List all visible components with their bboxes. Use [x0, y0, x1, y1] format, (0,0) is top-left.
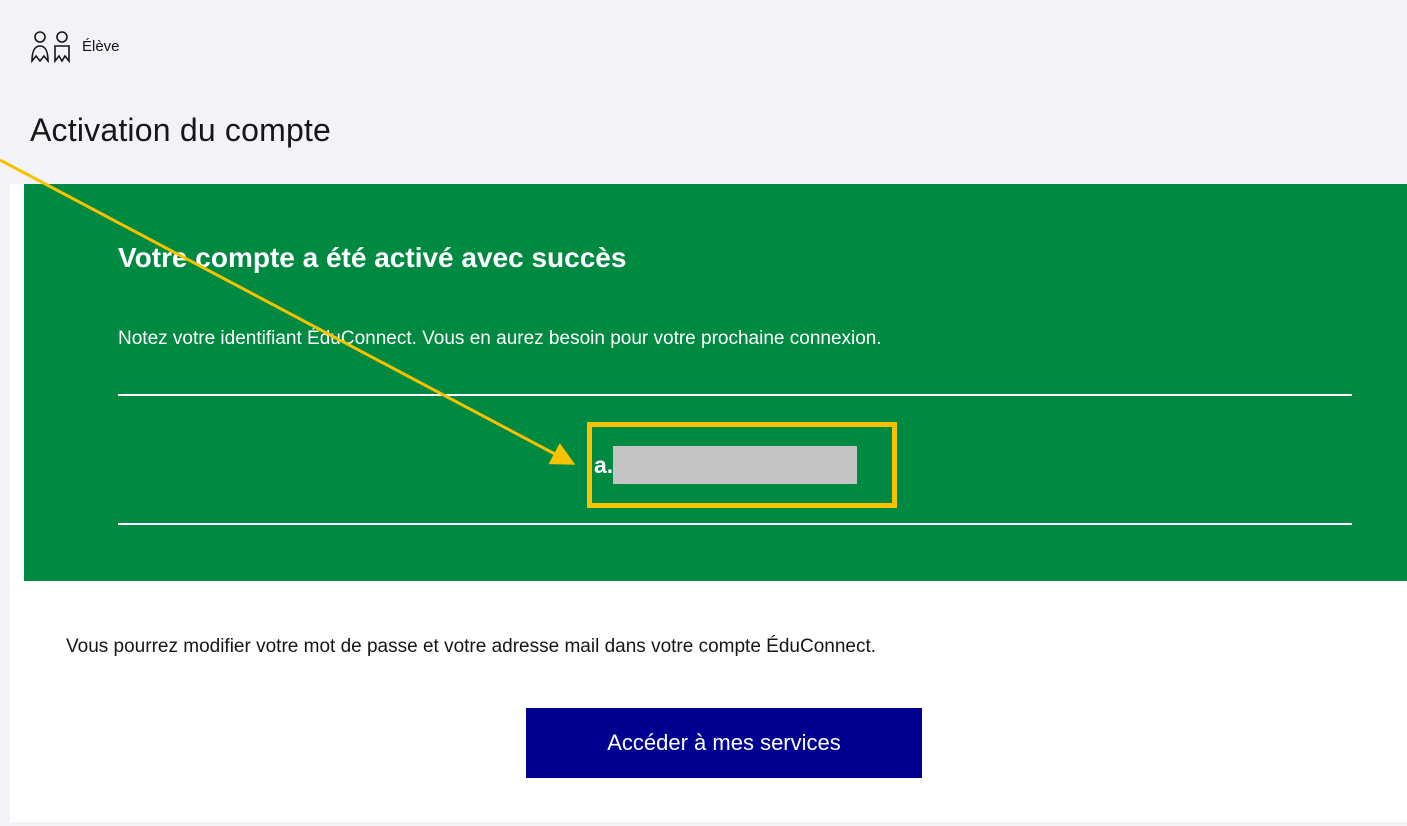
- page-title: Activation du compte: [30, 112, 332, 148]
- identifier-highlight-box: [587, 422, 897, 508]
- activation-card: Votre compte a été activé avec succès No…: [10, 184, 1407, 822]
- info-text: Vous pourrez modifier votre mot de passe…: [66, 636, 877, 657]
- divider: [118, 394, 1352, 396]
- users-icon: [30, 29, 74, 63]
- divider: [118, 523, 1352, 525]
- role-indicator: Élève: [30, 26, 120, 66]
- success-title: Votre compte a été activé avec succès: [118, 242, 627, 273]
- success-message: Notez votre identifiant ÉduConnect. Vous…: [118, 328, 882, 349]
- page: Élève Activation du compte Votre compte …: [0, 0, 1407, 826]
- success-panel: Votre compte a été activé avec succès No…: [24, 184, 1407, 581]
- access-services-button[interactable]: Accéder à mes services: [526, 708, 922, 778]
- role-label: Élève: [82, 37, 120, 55]
